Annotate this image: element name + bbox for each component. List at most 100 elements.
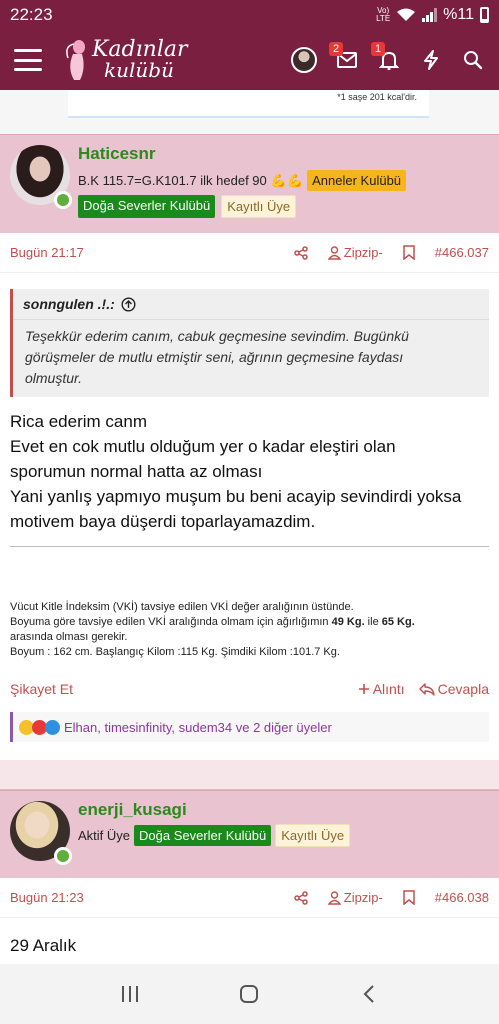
reply-button-label: Cevapla [437,681,489,697]
report-button[interactable]: Şikayet Et [10,681,73,697]
messages-badge: 2 [329,42,343,56]
ad-caption: *1 saşe 201 kcal'dir. [337,92,417,102]
tag-kayitli-uye: Kayıtlı Üye [221,195,297,218]
like-icon [45,719,60,735]
arrow-up-circle-icon[interactable] [121,296,136,312]
reply-icon [418,682,435,696]
post-time[interactable]: Bugün 21:17 [10,245,84,260]
post-header: Haticesnr B.K 115.7=G.K101.7 ilk hedef 9… [0,134,499,233]
post-meta: Bugün 21:23 Zipzip- #466.038 [0,878,499,918]
thread-content[interactable]: *1 saşe 201 kcal'dir. Haticesnr B.K 115.… [0,90,499,964]
recent-apps-icon [121,986,138,1002]
battery-percent: %11 [443,6,474,23]
lightning-icon [424,50,438,70]
quote-block: sonngulen .!.: Teşekkür ederim canım, ca… [10,289,489,397]
user-tags: Doğa Severler Kulübü Kayıtlı Üye [78,195,406,218]
app-header: Kadınlar kulübü 2 1 [0,30,499,90]
reaction-icons [19,719,60,735]
quote-header[interactable]: sonngulen .!.: [13,289,489,320]
message-line: sporumun normal hatta az olması [10,462,263,481]
message-line: Rica ederim canm [10,412,147,431]
post-message: Rica ederim canm Evet en cok mutlu olduğ… [0,397,499,534]
battery-icon [480,7,489,23]
quote-line: görüşmeler de mutlu etmiştir seni, ağrın… [25,349,404,365]
status-bar: 22:23 Vo) LTE %11 [0,0,499,30]
user-title-text: B.K 115.7=G.K101.7 ilk hedef 90 [78,173,267,188]
logo-text-line1: Kadınlar [92,37,188,62]
reactions-bar[interactable]: Elhan, timesinfinity, sudem34 ve 2 diğer… [10,712,489,742]
status-time: 22:23 [10,5,53,24]
user-signature: Vücut Kitle İndeksim (VKİ) tavsiye edile… [0,547,499,660]
home-icon [240,985,259,1003]
post-meta: Bugün 21:17 Zipzip- #466.037 [0,233,499,273]
post-number[interactable]: #466.038 [435,890,489,905]
system-nav-bar [0,964,499,1024]
share-icon[interactable] [294,245,308,260]
quote-author: sonngulen .!.: [23,296,115,312]
notifications-button[interactable]: 1 [371,42,401,72]
whats-new-button[interactable] [419,48,443,72]
post-number[interactable]: #466.037 [435,245,489,260]
user-icon [327,245,341,260]
signature-line: Vücut Kitle İndeksim (VKİ) tavsiye edile… [10,601,354,613]
messages-button[interactable]: 2 [329,42,359,72]
plus-icon [358,684,369,694]
share-icon[interactable] [294,890,308,905]
back-button[interactable] [349,974,389,1014]
post-username[interactable]: Haticesnr [78,144,406,164]
post-message: 29 Aralık [0,918,499,958]
site-logo[interactable]: Kadınlar kulübü [64,38,188,82]
search-button[interactable] [461,48,485,72]
post-separator [0,760,499,790]
hamburger-icon[interactable] [14,49,42,71]
post-username[interactable]: enerji_kusagi [78,800,350,820]
home-button[interactable] [229,974,269,1014]
tag-anneler-kulubu[interactable]: Anneler Kulübü [307,170,407,191]
user-avatar[interactable] [291,47,317,73]
search-icon [464,51,483,70]
post-time[interactable]: Bugün 21:23 [10,890,84,905]
quote-button[interactable]: Alıntı [358,681,405,697]
bookmark-icon[interactable] [403,890,415,905]
zipzip-button[interactable]: Zipzip- [327,890,383,905]
bookmark-icon[interactable] [403,245,415,260]
recent-apps-button[interactable] [110,974,150,1014]
post-avatar[interactable] [10,145,72,209]
reply-button[interactable]: Cevapla [418,681,489,697]
user-title-text: Aktif Üye [78,828,131,843]
reactions-users[interactable]: Elhan, timesinfinity, sudem34 ve 2 diğer… [64,720,332,735]
quote-button-label: Alıntı [372,681,405,697]
notifications-badge: 1 [371,42,385,56]
zipzip-label: Zipzip- [343,890,383,905]
message-line: Evet en cok mutlu olduğum yer o kadar el… [10,437,396,456]
tag-doga-severler[interactable]: Doğa Severler Kulübü [78,195,216,218]
header-actions: 2 1 [291,42,485,73]
post-avatar[interactable] [10,801,72,865]
zipzip-label: Zipzip- [343,245,383,260]
message-line: Yani yanlış yapmıyo muşum bu beni acayip… [10,487,462,506]
user-title: Aktif Üye Doğa Severler Kulübü Kayıtlı Ü… [78,824,351,847]
signature-line: Boyum : 162 cm. Başlangıç Kilom :115 Kg.… [10,646,340,658]
signature-line: Boyuma göre tavsiye edilen VKİ aralığınd… [10,616,415,628]
online-status-icon [54,847,72,865]
logo-mark-icon [66,40,85,80]
status-indicators: Vo) LTE %11 [376,6,489,24]
post-actions: Şikayet Et Alıntı Cevapla [0,674,499,704]
user-title-emojis: 💪💪 [270,172,304,188]
quote-line: olmuştur. [25,370,83,386]
quote-line: Teşekkür ederim canım, cabuk geçmesine s… [25,328,409,344]
back-icon [363,985,374,1003]
user-title: B.K 115.7=G.K101.7 ilk hedef 90 💪💪 Annel… [78,170,407,191]
quote-text: Teşekkür ederim canım, cabuk geçmesine s… [13,320,489,397]
user-icon [327,890,341,905]
online-status-icon [54,191,72,209]
message-line: motivem baya düşerdi toparlayamazdim. [10,512,316,531]
ad-banner[interactable]: *1 saşe 201 kcal'dir. [0,90,499,134]
zipzip-button[interactable]: Zipzip- [327,245,383,260]
signal-icon [422,8,438,22]
logo-text-line2: kulübü [104,58,174,82]
post-header: enerji_kusagi Aktif Üye Doğa Severler Ku… [0,790,499,878]
tag-doga-severler[interactable]: Doğa Severler Kulübü [134,825,272,846]
wifi-icon [397,8,416,21]
tag-kayitli-uye: Kayıtlı Üye [275,824,351,847]
